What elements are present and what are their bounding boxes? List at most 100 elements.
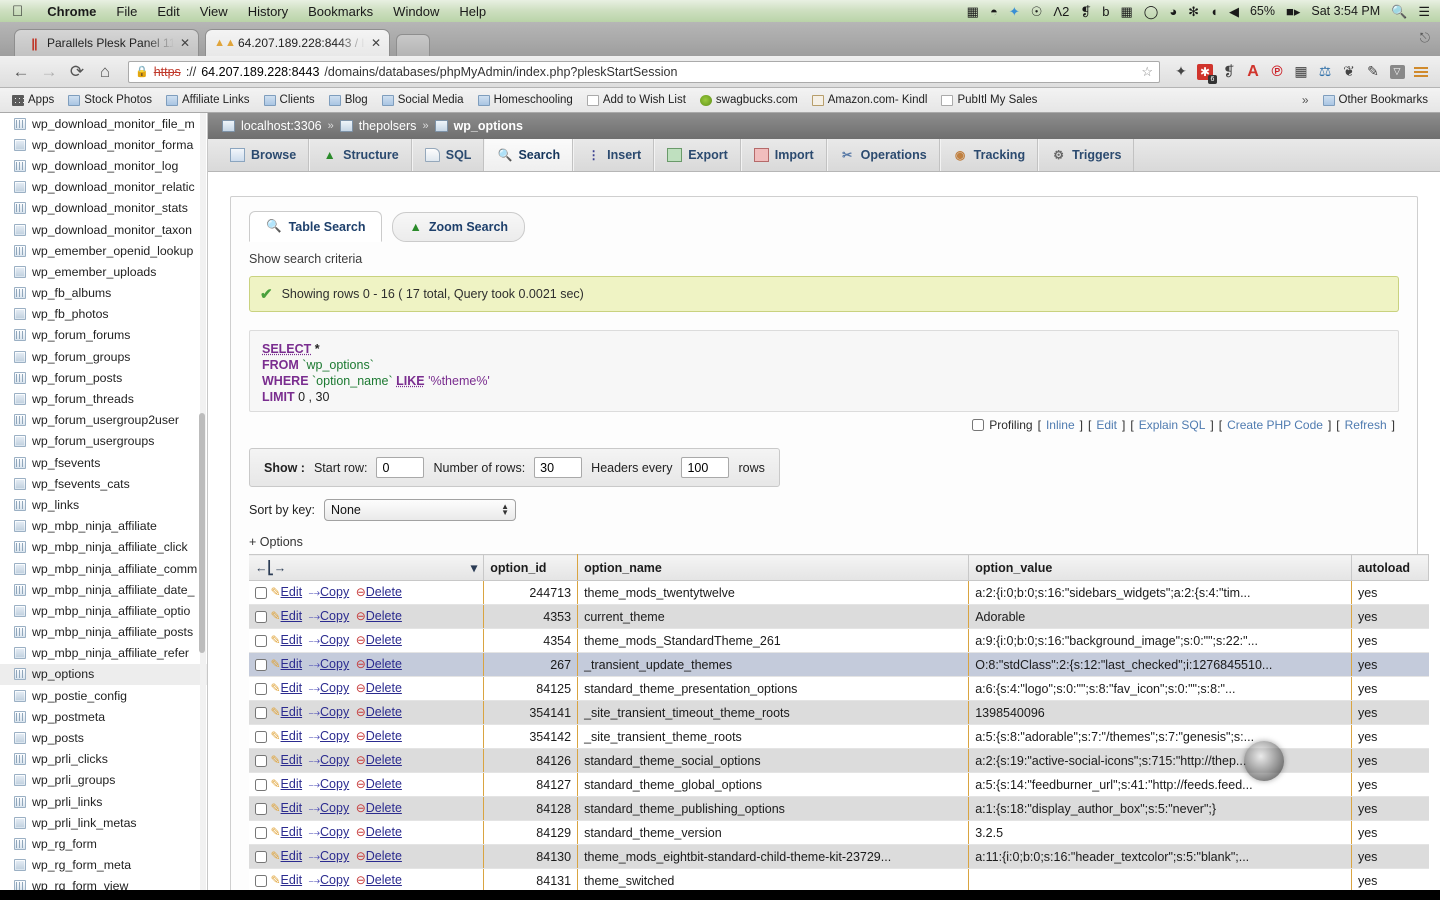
row-select-checkbox[interactable] [255, 610, 267, 623]
delete-link[interactable]: Delete [366, 849, 402, 863]
bluetooth-icon[interactable]: ✻ [1188, 5, 1199, 18]
edit-link[interactable]: Edit [1096, 418, 1117, 432]
edit-link[interactable]: Edit [281, 585, 303, 599]
sidebar-table-wp_forum_posts[interactable]: wp_forum_posts [0, 367, 207, 388]
sidebar-table-wp_forum_groups[interactable]: wp_forum_groups [0, 346, 207, 367]
sort-by-key-select[interactable]: None ▲ ▼ [324, 499, 516, 521]
delete-link[interactable]: Delete [366, 801, 402, 815]
copy-link[interactable]: Copy [320, 633, 349, 647]
copy-link[interactable]: Copy [320, 681, 349, 695]
delete-icon[interactable]: ⊖ [356, 633, 366, 647]
battery-icon[interactable]: ■▸ [1286, 5, 1300, 18]
sidebar-table-wp_fb_albums[interactable]: wp_fb_albums [0, 283, 207, 304]
menu-item-file[interactable]: File [106, 4, 147, 19]
sidebar-table-wp_forum_usergroup2user[interactable]: wp_forum_usergroup2user [0, 410, 207, 431]
new-tab-button[interactable] [396, 34, 430, 56]
column-header-option-value[interactable]: option_value [968, 554, 1352, 581]
delete-link[interactable]: Delete [366, 633, 402, 647]
sidebar-table-wp_download_monitor_log[interactable]: wp_download_monitor_log [0, 155, 207, 176]
copy-icon[interactable]: ⤍ [309, 587, 320, 599]
edit-pencil-icon[interactable]: ✎ [270, 681, 280, 695]
delete-icon[interactable]: ⊖ [356, 753, 366, 767]
copy-icon[interactable]: ⤍ [309, 779, 320, 791]
edit-link[interactable]: Edit [281, 777, 303, 791]
delete-link[interactable]: Delete [366, 681, 402, 695]
skitch-icon[interactable]: ✦ [1170, 61, 1192, 83]
tab-import[interactable]: Import [740, 139, 827, 171]
row-select-checkbox[interactable] [255, 826, 267, 839]
table-row[interactable]: ✎Edit ⤍Copy ⊖Delete 4353 current_theme Ador… [249, 604, 1429, 629]
copy-icon[interactable]: ⤍ [309, 875, 320, 887]
sidebar-table-wp_mbp_ninja_affiliate_posts[interactable]: wp_mbp_ninja_affiliate_posts [0, 622, 207, 643]
sidebar-table-wp_posts[interactable]: wp_posts [0, 727, 207, 748]
table-row[interactable]: ✎Edit ⤍Copy ⊖Delete 84130 theme_mods_eight… [249, 844, 1429, 869]
close-tab-icon[interactable]: ✕ [371, 36, 381, 50]
bookmarks-overflow-icon[interactable]: » [1296, 91, 1315, 109]
explain-sql-link[interactable]: Explain SQL [1139, 418, 1206, 432]
edit-pencil-icon[interactable]: ✎ [270, 705, 280, 719]
number-of-rows-input[interactable] [534, 457, 583, 478]
bookmark-social-media[interactable]: Social Media [376, 92, 470, 108]
sidebar-table-wp_emember_openid_lookup[interactable]: wp_emember_openid_lookup [0, 240, 207, 261]
copy-icon[interactable]: ⤍ [309, 611, 320, 623]
copy-link[interactable]: Copy [320, 825, 349, 839]
tab-export[interactable]: Export [654, 139, 741, 171]
edit-link[interactable]: Edit [281, 609, 303, 623]
create-php-code-link[interactable]: Create PHP Code [1227, 418, 1323, 432]
sidebar-table-wp_forum_threads[interactable]: wp_forum_threads [0, 388, 207, 409]
delete-link[interactable]: Delete [366, 729, 402, 743]
tab-browse[interactable]: Browse [218, 139, 310, 171]
delete-icon[interactable]: ⊖ [356, 681, 366, 695]
copy-link[interactable]: Copy [320, 609, 349, 623]
subtab-table-search[interactable]: 🔍 Table Search [249, 211, 383, 242]
row-select-checkbox[interactable] [255, 802, 267, 815]
sidebar-table-wp_mbp_ninja_affiliate_click[interactable]: wp_mbp_ninja_affiliate_click [0, 537, 207, 558]
table-row[interactable]: ✎Edit ⤍Copy ⊖Delete 354142 _site_transient… [249, 724, 1429, 749]
sidebar-table-wp_download_monitor_file_m[interactable]: wp_download_monitor_file_m [0, 113, 207, 134]
fullscreen-toggle-icon[interactable]: ⎋ [1420, 30, 1430, 46]
edit-link[interactable]: Edit [281, 657, 303, 671]
bell-icon[interactable]: ☉ [1031, 5, 1043, 18]
bookmark-star-icon[interactable]: ☆ [1141, 64, 1153, 80]
edit-pencil-icon[interactable]: ✎ [270, 729, 280, 743]
copy-link[interactable]: Copy [320, 849, 349, 863]
edit-pencil-icon[interactable]: ✎ [270, 585, 280, 599]
backblaze-icon[interactable]: b [1102, 5, 1109, 18]
edit-pencil-icon[interactable]: ✎ [270, 657, 280, 671]
delete-link[interactable]: Delete [366, 705, 402, 719]
row-select-checkbox[interactable] [255, 730, 267, 743]
table-row[interactable]: ✎Edit ⤍Copy ⊖Delete 4354 theme_mods_Standa… [249, 628, 1429, 653]
delete-icon[interactable]: ⊖ [356, 609, 366, 623]
wifi-icon[interactable]: ◖ [1210, 5, 1218, 18]
edit-link[interactable]: Edit [281, 873, 303, 887]
table-row[interactable]: ✎Edit ⤍Copy ⊖Delete 84131 theme_switched ye… [249, 868, 1429, 893]
dropdown-caret-icon[interactable]: ▾ [471, 560, 477, 575]
dropbox-icon[interactable]: ◓ [990, 5, 998, 18]
row-select-checkbox[interactable] [255, 634, 267, 647]
notification-center-icon[interactable]: ☰ [1418, 5, 1430, 18]
forward-icon[interactable]: → [36, 60, 62, 84]
sidebar-table-wp_prli_clicks[interactable]: wp_prli_clicks [0, 749, 207, 770]
sidebar-table-wp_postie_config[interactable]: wp_postie_config [0, 685, 207, 706]
menu-bar-clock[interactable]: Sat 3:54 PM [1311, 4, 1380, 18]
menu-item-window[interactable]: Window [383, 4, 449, 19]
start-row-input[interactable] [376, 457, 425, 478]
sidebar-table-wp_mbp_ninja_affiliate_date_[interactable]: wp_mbp_ninja_affiliate_date_ [0, 579, 207, 600]
browser-tab-phpmyadmin[interactable]: ▲▲ 64.207.189.228:8443 / lo ✕ [205, 29, 390, 56]
copy-icon[interactable]: ⤍ [309, 731, 320, 743]
bookmark-stock-photos[interactable]: Stock Photos [62, 92, 158, 108]
sidebar-table-wp_download_monitor_relatic[interactable]: wp_download_monitor_relatic [0, 177, 207, 198]
subtab-zoom-search[interactable]: ▲ Zoom Search [392, 212, 526, 242]
inline-link[interactable]: Inline [1046, 418, 1075, 432]
tab-triggers[interactable]: ⚙ Triggers [1038, 139, 1135, 171]
table-row[interactable]: ✎Edit ⤍Copy ⊖Delete 84126 standard_theme_s… [249, 748, 1429, 773]
row-select-checkbox[interactable] [255, 754, 267, 767]
sidebar-table-wp_fsevents[interactable]: wp_fsevents [0, 452, 207, 473]
timemachine-icon[interactable]: ◕ [1169, 5, 1177, 18]
address-bar[interactable]: 🔒 https :// 64.207.189.228:8443 /domains… [128, 60, 1160, 83]
sidebar-table-wp_fb_photos[interactable]: wp_fb_photos [0, 304, 207, 325]
edit-link[interactable]: Edit [281, 825, 303, 839]
delete-icon[interactable]: ⊖ [356, 825, 366, 839]
copy-icon[interactable]: ⤍ [309, 803, 320, 815]
bookmark-add-to-wish-list[interactable]: Add to Wish List [581, 92, 692, 108]
